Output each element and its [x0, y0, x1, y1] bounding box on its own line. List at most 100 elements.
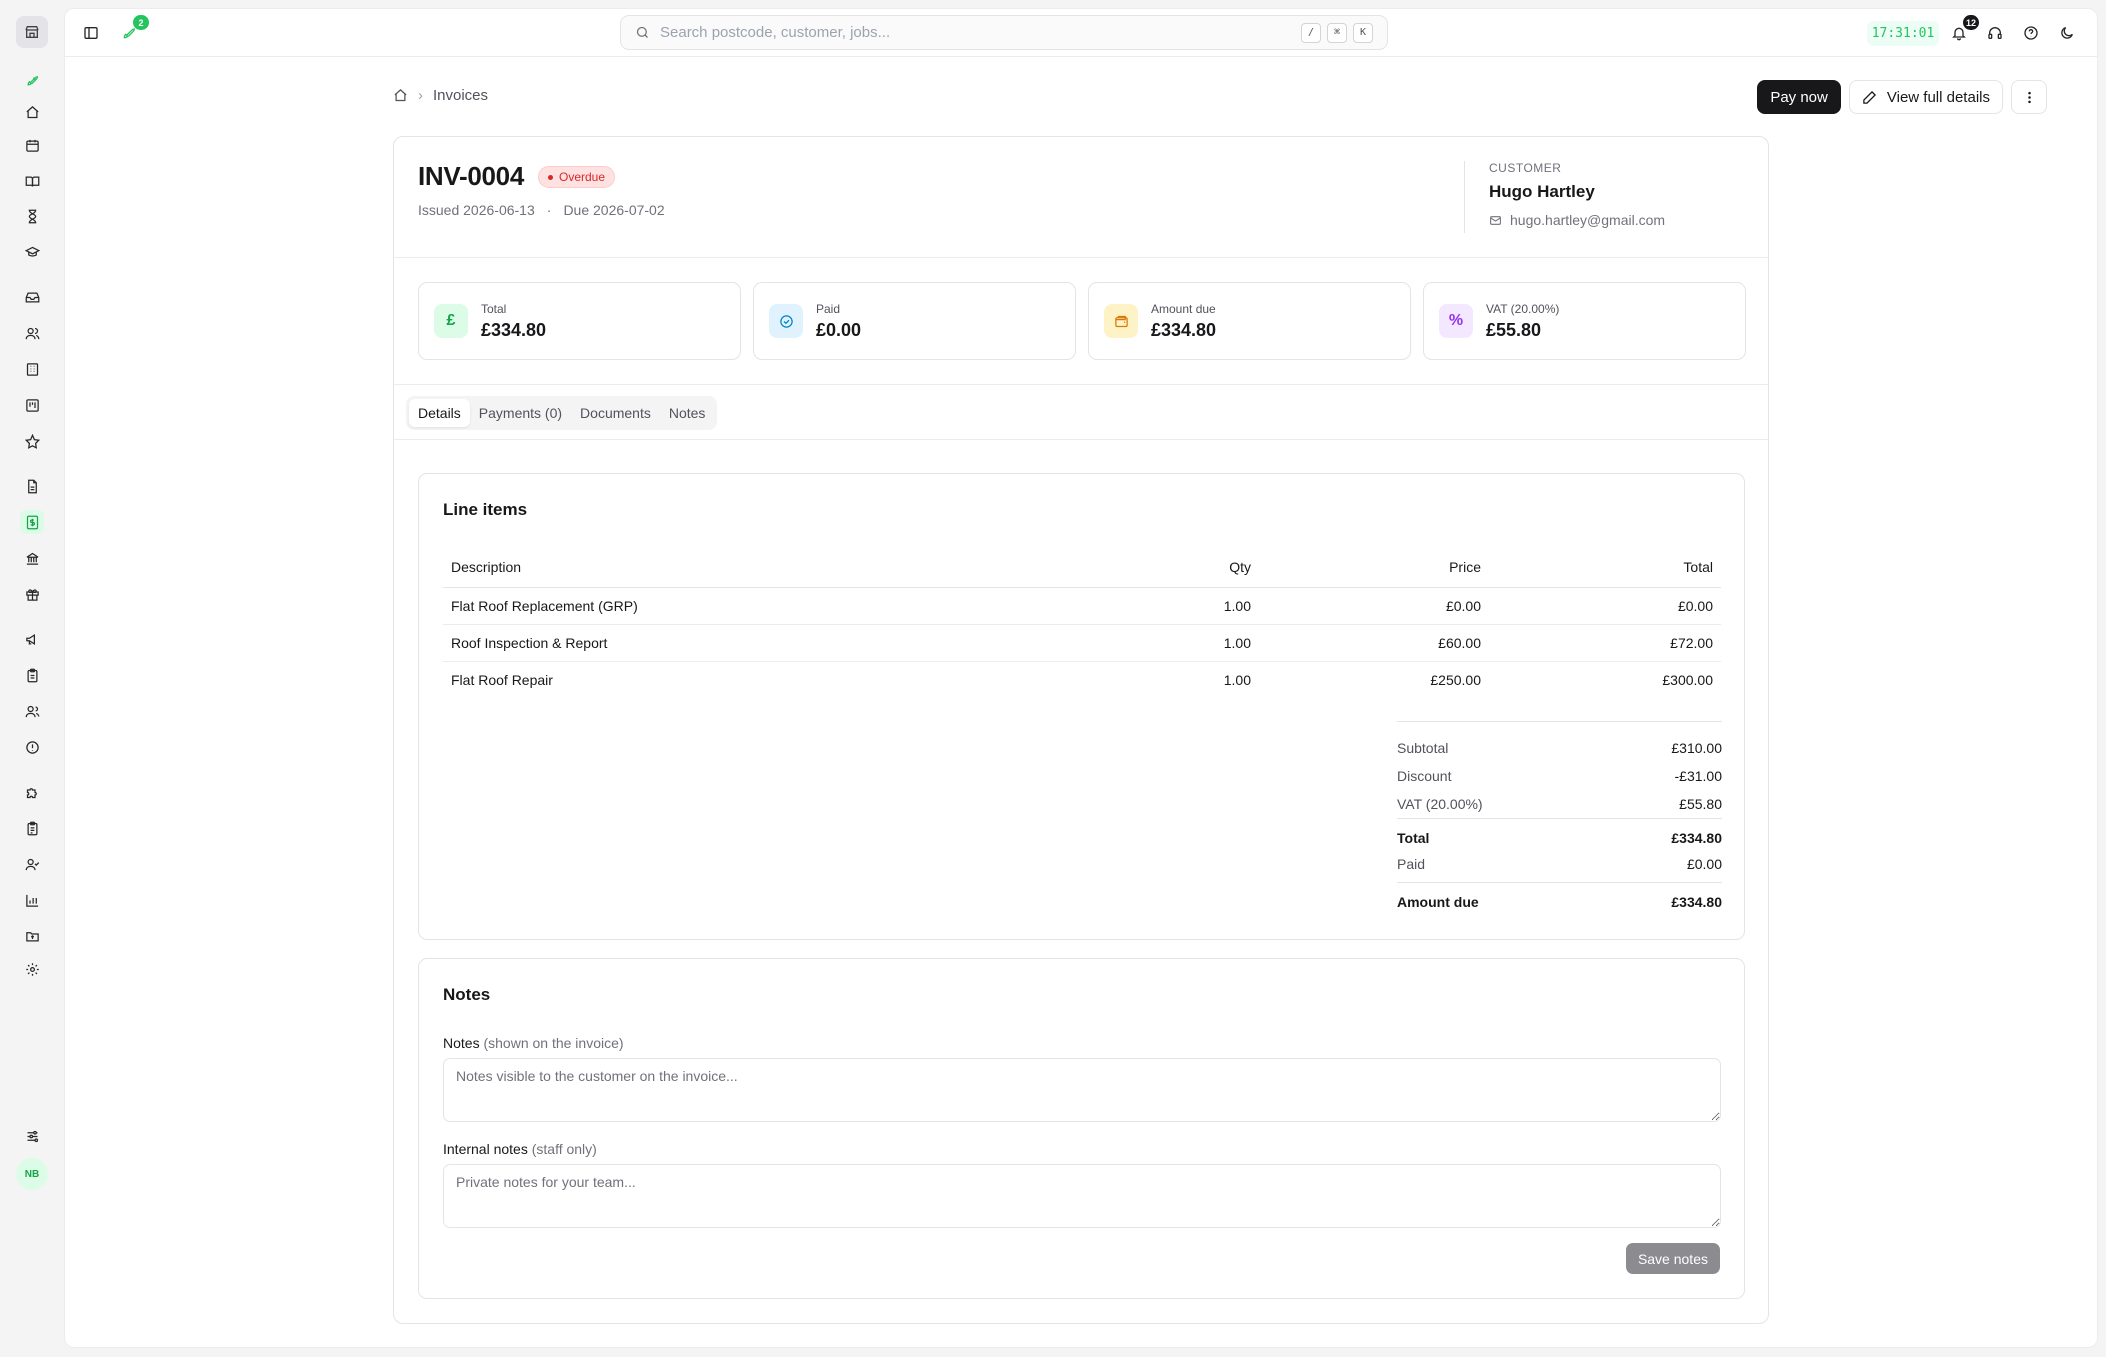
main-panel: 2 Search postcode, customer, jobs... / ⌘…	[64, 8, 2098, 1348]
tab-notes[interactable]: Notes	[660, 399, 715, 427]
header-actions: Pay now View full details	[1757, 80, 2047, 114]
more-options-button[interactable]	[2011, 80, 2047, 114]
pay-now-button[interactable]: Pay now	[1757, 80, 1841, 114]
subtotal-value: £310.00	[1671, 740, 1722, 756]
save-notes-button[interactable]: Save notes	[1625, 1243, 1720, 1274]
rocket-icon[interactable]	[20, 68, 44, 92]
breadcrumb: › Invoices	[393, 87, 488, 104]
vat-label: VAT (20.00%)	[1397, 796, 1483, 812]
bank-icon[interactable]	[20, 546, 44, 570]
column-price: Price	[1259, 547, 1489, 588]
table-row: Roof Inspection & Report 1.00 £60.00 £72…	[443, 624, 1721, 662]
inbox-icon[interactable]	[20, 285, 44, 309]
help-icon[interactable]	[2019, 21, 2043, 45]
vat-value: £55.80	[1679, 796, 1722, 812]
clock-display: 17:31:01	[1867, 21, 1939, 46]
tab-list: Details Payments (0) Documents Notes	[406, 396, 718, 430]
check-circle-icon	[769, 304, 803, 338]
alert-circle-icon[interactable]	[20, 735, 44, 759]
calendar-icon[interactable]	[20, 133, 44, 157]
subtotal-row: Subtotal £310.00	[1397, 734, 1722, 762]
pencil-icon	[1863, 90, 1876, 104]
breadcrumb-current[interactable]: Invoices	[433, 87, 488, 104]
breadcrumb-separator: ›	[418, 87, 423, 104]
stat-amount-due-label: Amount due	[1151, 301, 1216, 316]
totals-summary: Subtotal £310.00 Discount -£31.00 VAT (2…	[1397, 721, 1722, 920]
paid-value: £0.00	[1686, 856, 1722, 872]
row-description: Flat Roof Repair	[451, 671, 553, 688]
bell-icon[interactable]: 12	[1947, 15, 1979, 45]
status-badge: Overdue	[538, 166, 616, 188]
headset-icon[interactable]	[1983, 21, 2007, 45]
row-qty: 1.00	[1039, 624, 1259, 662]
customer-email[interactable]: hugo.hartley@gmail.com	[1489, 212, 1665, 228]
home-breadcrumb-icon[interactable]	[393, 88, 408, 103]
moon-icon[interactable]	[2055, 21, 2079, 45]
discount-label: Discount	[1397, 768, 1452, 784]
status-dot	[548, 174, 553, 180]
paid-label: Paid	[1397, 856, 1426, 872]
public-notes-textarea[interactable]	[443, 1058, 1721, 1122]
invoice-dates: Issued 2026-06-13 · Due 2026-07-02	[418, 202, 665, 218]
sliders-icon[interactable]	[20, 1124, 44, 1148]
megaphone-icon[interactable]	[20, 627, 44, 651]
team-icon[interactable]	[20, 699, 44, 723]
folder-icon[interactable]	[20, 924, 44, 948]
graduation-cap-icon[interactable]	[20, 240, 44, 264]
settings-icon[interactable]	[20, 957, 44, 981]
puzzle-icon[interactable]	[20, 780, 44, 804]
stat-amount-due-value: £334.80	[1151, 319, 1217, 340]
bar-chart-icon[interactable]	[20, 888, 44, 912]
customer-name[interactable]: Hugo Hartley	[1489, 182, 1665, 202]
date-separator: ·	[546, 202, 552, 218]
star-icon[interactable]	[20, 429, 44, 453]
building-icon[interactable]	[20, 357, 44, 381]
stat-vat-label: VAT (20.00%)	[1486, 301, 1560, 316]
shortcut-key-cmd: ⌘	[1327, 22, 1347, 43]
tab-documents[interactable]: Documents	[571, 399, 660, 427]
customer-block: CUSTOMER Hugo Hartley hugo.hartley@gmail…	[1464, 161, 1665, 233]
row-qty: 1.00	[1039, 587, 1259, 625]
customer-email-text: hugo.hartley@gmail.com	[1510, 212, 1666, 228]
clipboard-list-icon[interactable]	[20, 816, 44, 840]
column-qty: Qty	[1039, 547, 1259, 588]
customer-label: CUSTOMER	[1489, 161, 1562, 175]
discount-value: -£31.00	[1674, 768, 1722, 784]
users-icon[interactable]	[20, 321, 44, 345]
row-price: £60.00	[1259, 624, 1489, 662]
search-bar[interactable]: Search postcode, customer, jobs... / ⌘ K	[620, 15, 1388, 50]
internal-notes-textarea[interactable]	[443, 1164, 1721, 1228]
kebab-menu-icon	[2027, 91, 2031, 103]
hourglass-icon[interactable]	[20, 204, 44, 228]
stat-total-label: Total	[481, 301, 507, 316]
kanban-icon[interactable]	[20, 393, 44, 417]
gift-icon[interactable]	[20, 582, 44, 606]
view-full-details-button[interactable]: View full details	[1848, 80, 2003, 114]
invoice-number: INV-0004	[418, 161, 525, 191]
user-check-icon[interactable]	[20, 852, 44, 876]
tab-details[interactable]: Details	[409, 399, 470, 427]
rocket-notifications-button[interactable]: 2	[117, 15, 149, 45]
clipboard-icon[interactable]	[20, 663, 44, 687]
amount-due-label: Amount due	[1397, 893, 1479, 910]
book-icon[interactable]	[20, 169, 44, 193]
invoice-card: INV-0004 Overdue Issued 2026-06-13 · Due…	[393, 136, 1769, 1324]
row-description: Roof Inspection & Report	[443, 624, 1039, 662]
sidebar-toggle-icon[interactable]	[79, 21, 103, 45]
user-avatar[interactable]: NB	[16, 1158, 48, 1190]
invoice-icon[interactable]	[20, 510, 44, 534]
tab-payments[interactable]: Payments (0)	[470, 399, 571, 427]
line-items-section: Line items Description Qty Price Total F…	[418, 473, 1745, 940]
internal-notes-sublabel: (staff only)	[531, 1141, 597, 1157]
row-total: £72.00	[1489, 624, 1721, 662]
paid-row: Paid £0.00	[1397, 850, 1722, 878]
mail-icon	[1490, 215, 1501, 225]
discount-row: Discount -£31.00	[1397, 762, 1722, 790]
file-text-icon[interactable]	[20, 474, 44, 498]
shortcut-key-k: K	[1353, 22, 1373, 43]
store-logo-icon[interactable]	[16, 16, 48, 48]
table-row: Flat Roof Repair 1.00 £250.00 £300.00	[443, 661, 1721, 698]
row-qty: 1.00	[1223, 671, 1251, 688]
stat-paid-label: Paid	[816, 301, 841, 316]
home-icon[interactable]	[20, 100, 44, 124]
